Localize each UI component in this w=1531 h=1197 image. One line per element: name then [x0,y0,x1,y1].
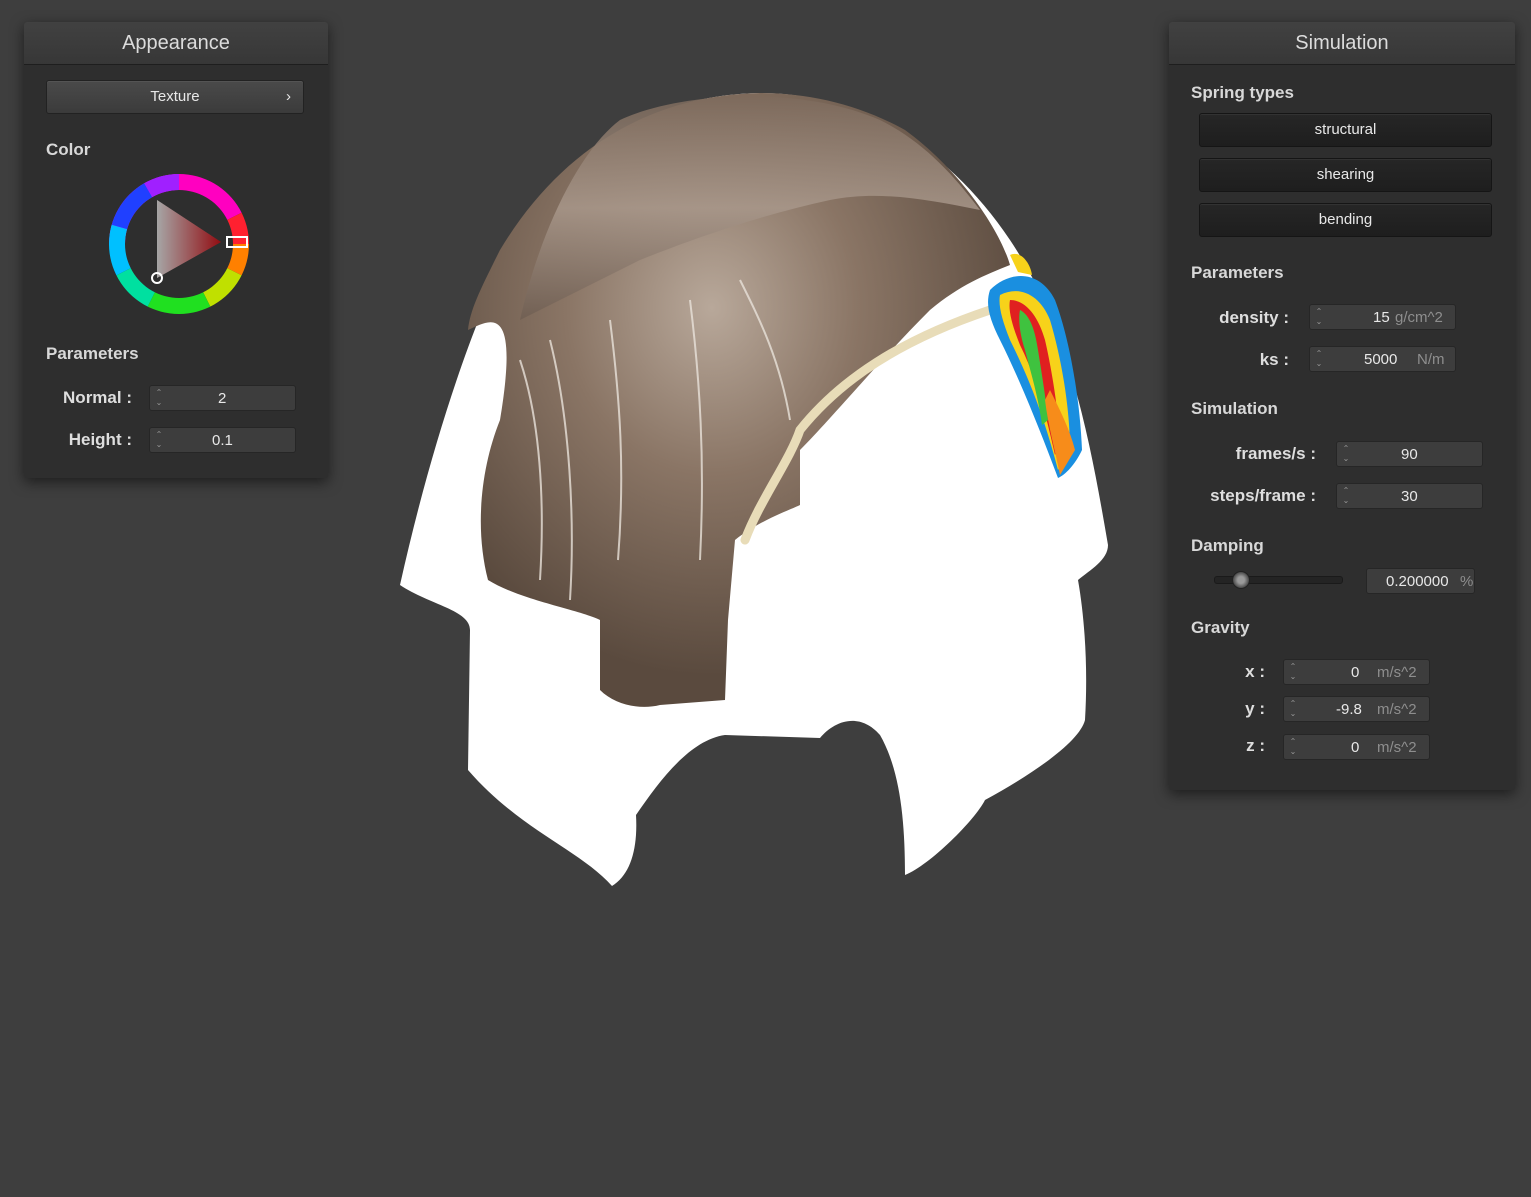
color-wheel[interactable] [109,174,249,314]
gravity-x-input[interactable]: ⌃ ⌄ 0 m/s^2 [1283,659,1430,685]
appearance-panel: Appearance Texture › Color Parameters No… [24,22,328,478]
fps-label: frames/s : [1235,444,1316,463]
steps-label: steps/frame : [1210,486,1316,505]
spinner-arrows-icon[interactable]: ⌃ ⌄ [1341,444,1351,464]
sim-parameters-label: Parameters [1191,263,1284,282]
spinner-arrows-icon[interactable]: ⌃ ⌄ [1288,699,1298,719]
gravity-z-label: z : [1246,736,1265,755]
height-input[interactable]: ⌃ ⌄ 0.1 [149,427,296,453]
damping-label: Damping [1191,536,1264,555]
density-label: density : [1219,308,1289,327]
spinner-arrows-icon[interactable]: ⌃ ⌄ [154,430,164,450]
normal-input[interactable]: ⌃ ⌄ 2 [149,385,296,411]
texture-button[interactable]: Texture › [46,80,304,114]
chevron-right-icon: › [286,88,291,105]
gravity-z-input[interactable]: ⌃ ⌄ 0 m/s^2 [1283,734,1430,760]
spinner-arrows-icon[interactable]: ⌃ ⌄ [1314,349,1324,369]
damping-value-box[interactable]: 0.200000 % [1366,568,1475,594]
gravity-label: Gravity [1191,618,1250,637]
gravity-y-input[interactable]: ⌃ ⌄ -9.8 m/s^2 [1283,696,1430,722]
ks-label: ks : [1259,350,1289,369]
damping-slider-knob[interactable] [1232,571,1251,589]
normal-label: Normal : [63,388,132,407]
appearance-title: Appearance [24,22,328,65]
simulation-title: Simulation [1169,22,1515,65]
texture-button-label: Texture [150,88,200,105]
appearance-parameters-label: Parameters [46,344,139,363]
spinner-arrows-icon[interactable]: ⌃ ⌄ [1288,737,1298,757]
spinner-arrows-icon[interactable]: ⌃ ⌄ [154,388,164,408]
spinner-arrows-icon[interactable]: ⌃ ⌄ [1314,307,1324,327]
shearing-button[interactable]: shearing [1199,158,1492,192]
spinner-arrows-icon[interactable]: ⌃ ⌄ [1341,486,1351,506]
color-label: Color [46,140,91,159]
height-label: Height : [68,430,132,449]
gravity-y-label: y : [1245,699,1265,718]
structural-button[interactable]: structural [1199,113,1492,147]
spinner-arrows-icon[interactable]: ⌃ ⌄ [1288,662,1298,682]
simulation-panel: Simulation Spring types structural shear… [1169,22,1515,790]
bending-button[interactable]: bending [1199,203,1492,237]
gravity-x-label: x : [1245,662,1265,681]
ks-input[interactable]: ⌃ ⌄ 5000 N/m [1309,346,1456,372]
density-input[interactable]: ⌃ ⌄ 15 g/cm^2 [1309,304,1456,330]
steps-input[interactable]: ⌃ ⌄ 30 [1336,483,1483,509]
simulation-section-label: Simulation [1191,399,1278,418]
fps-input[interactable]: ⌃ ⌄ 90 [1336,441,1483,467]
spring-types-label: Spring types [1191,83,1294,102]
